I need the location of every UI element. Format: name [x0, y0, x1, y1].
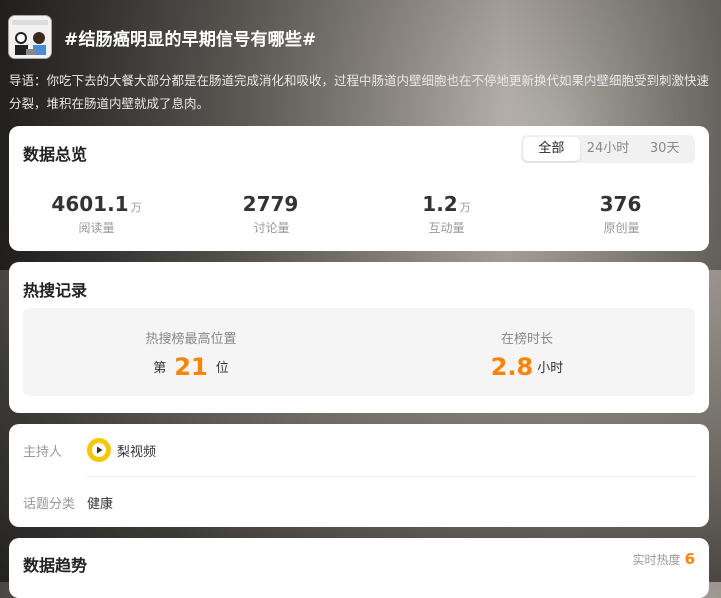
topic-title: #结肠癌明显的早期信号有哪些#	[64, 30, 317, 50]
peak-position: 热搜榜最高位置 第 21 位	[23, 308, 359, 396]
stat-unit: 万	[130, 201, 142, 214]
pear-video-logo-icon[interactable]	[87, 438, 111, 462]
peak-value: 21	[174, 353, 208, 381]
hot-record-card: 热搜记录 热搜榜最高位置 第 21 位 在榜时长 2.8 小时	[9, 262, 709, 413]
stat-reads: 4601.1 万 阅读量	[9, 192, 184, 236]
filter-all-button[interactable]: 全部	[523, 137, 580, 161]
stat-value: 1.2	[422, 192, 458, 216]
realtime-label: 实时热度	[632, 553, 681, 567]
duration-label: 在榜时长	[500, 332, 553, 347]
time-filter: 全部 24小时 30天	[521, 135, 695, 163]
filter-24h-button[interactable]: 24小时	[580, 137, 637, 161]
stat-label: 阅读量	[78, 221, 115, 235]
stat-label: 原创量	[603, 221, 640, 235]
host-label: 主持人	[23, 444, 63, 460]
on-list-duration: 在榜时长 2.8 小时	[359, 308, 695, 396]
category-row: 话题分类 健康	[23, 493, 113, 512]
category-value: 健康	[87, 497, 114, 512]
peak-label: 热搜榜最高位置	[145, 332, 237, 347]
data-overview-card: 数据总览 全部 24小时 30天 4601.1 万 阅读量 2779 讨论量 1.…	[9, 126, 709, 251]
realtime-heat: 实时热度 6	[633, 550, 695, 568]
stat-unit: 万	[459, 201, 471, 214]
duration-unit: 小时	[537, 361, 564, 376]
stat-interactions: 1.2 万 互动量	[359, 192, 534, 236]
host-name[interactable]: 梨视频	[117, 441, 156, 460]
data-trend-card: 数据趋势 实时热度 6	[9, 538, 709, 598]
trend-title: 数据趋势	[23, 556, 88, 575]
host-row: 主持人 梨视频	[23, 438, 156, 462]
topic-lead: 导语：你吃下去的大餐大部分都是在肠道完成消化和吸收，过程中肠道内壁细胞也在不停地…	[9, 73, 710, 111]
hot-record-title: 热搜记录	[23, 281, 88, 300]
stat-value: 376	[599, 192, 642, 216]
stats-row: 4601.1 万 阅读量 2779 讨论量 1.2 万 互动量 376 原创量	[9, 192, 709, 236]
peak-prefix: 第	[153, 361, 167, 376]
info-divider	[87, 476, 695, 477]
overview-title: 数据总览	[23, 145, 88, 164]
stat-value: 2779	[242, 192, 299, 216]
category-label: 话题分类	[23, 497, 76, 512]
stat-label: 讨论量	[253, 221, 290, 235]
hot-record-box: 热搜榜最高位置 第 21 位 在榜时长 2.8 小时	[23, 308, 695, 396]
stat-discussions: 2779 讨论量	[184, 192, 359, 236]
topic-cover-icon	[9, 16, 51, 58]
stat-originals: 376 原创量	[534, 192, 709, 236]
peak-suffix: 位	[215, 361, 229, 376]
topic-info-card: 主持人 梨视频 话题分类 健康	[9, 424, 709, 527]
stat-value: 4601.1	[51, 192, 129, 216]
duration-value: 2.8	[490, 353, 534, 381]
filter-30d-button[interactable]: 30天	[636, 137, 693, 161]
stat-label: 互动量	[428, 221, 465, 235]
realtime-value: 6	[684, 550, 695, 568]
